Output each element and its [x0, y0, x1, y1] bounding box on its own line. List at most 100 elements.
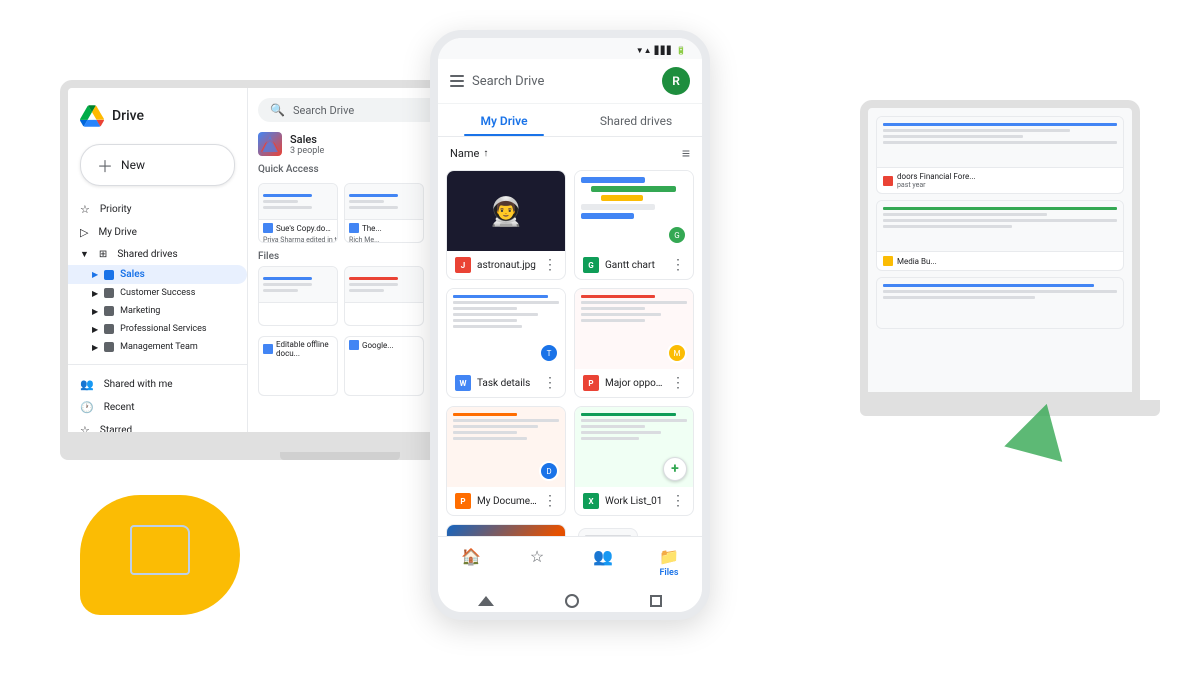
file-info-astronaut: J astronaut.jpg ⋮	[447, 251, 565, 279]
quick-access-file-1[interactable]: Sue's Copy.docx Priya Sharma edited in t…	[258, 183, 338, 243]
sidebar-item-sharedwithme[interactable]: 👥 Shared with me	[68, 373, 247, 396]
recents-button[interactable]	[650, 595, 662, 607]
file-card-3[interactable]	[258, 266, 338, 326]
list-view-icon[interactable]: ≡	[682, 145, 690, 162]
file-thumb-worklist: +	[575, 407, 693, 487]
laptop2-file-3[interactable]	[876, 277, 1124, 329]
worklist-add-badge[interactable]: +	[663, 457, 687, 481]
more-menu-major[interactable]: ⋮	[671, 375, 685, 391]
more-menu-task[interactable]: ⋮	[543, 375, 557, 391]
sidebar-title: Drive	[112, 108, 144, 124]
sidebar-item-shareddrives[interactable]: ▼ ⊞ Shared drives	[68, 244, 247, 265]
tab-shared-drives[interactable]: Shared drives	[570, 104, 702, 136]
laptop2-file-1[interactable]: doors Financial Fore... past year	[876, 116, 1124, 194]
quick-access-file-2[interactable]: The... Rich Me...	[344, 183, 424, 243]
file-card-5[interactable]: Editable offline docu...	[258, 336, 338, 396]
sidebar-label-starred: Starred	[100, 425, 132, 436]
laptop2-screen: doors Financial Fore... past year	[860, 100, 1140, 400]
sidebar-item-recent[interactable]: 🕐 Recent	[68, 396, 247, 419]
ps-expand-icon: ▶	[92, 325, 98, 334]
laptop2-filename-1: doors Financial Fore...	[897, 172, 976, 181]
sidebar-label-sales: Sales	[120, 269, 145, 280]
phone-file-grid: 👨‍🚀 J astronaut.jpg ⋮	[438, 166, 702, 536]
bg-folder-decoration	[130, 525, 190, 575]
plus-icon: ＋	[97, 153, 113, 177]
new-button[interactable]: ＋ New	[80, 144, 235, 186]
sidebar-item-mydrive[interactable]: ▷ My Drive	[68, 221, 247, 244]
laptop2-file-list: doors Financial Fore... past year	[876, 116, 1124, 329]
sidebar-item-mgmtteam[interactable]: ▶ Management Team	[68, 338, 247, 356]
sidebar-item-priority[interactable]: ☆ Priority	[68, 198, 247, 221]
file-card-task[interactable]: T W Task details ⋮	[446, 288, 566, 398]
file-card-worklist[interactable]: + X Work List_01 ⋮	[574, 406, 694, 516]
shareddrives-expand-icon: ▼	[80, 249, 89, 260]
more-menu-astronaut[interactable]: ⋮	[543, 257, 557, 273]
file-thumb-task: T	[447, 289, 565, 369]
more-menu-mydoc[interactable]: ⋮	[543, 493, 557, 509]
sort-name-text: Name	[450, 147, 479, 160]
back-button[interactable]	[478, 596, 494, 606]
bottom-nav: 🏠 ☆ 👥 📁 Files	[438, 536, 702, 588]
sort-label[interactable]: Name ↑	[450, 147, 488, 160]
laptop-search-text: Search Drive	[293, 104, 354, 117]
sidebar-item-starred[interactable]: ☆ Starred	[68, 419, 247, 440]
sidebar-item-sales[interactable]: ▶ Sales	[68, 265, 247, 284]
sidebar-item-marketing[interactable]: ▶ Marketing	[68, 302, 247, 320]
user-avatar[interactable]: R	[662, 67, 690, 95]
tab-my-drive[interactable]: My Drive	[438, 104, 570, 136]
file6-name: Google...	[362, 341, 394, 350]
hamburger-line-2	[450, 80, 464, 82]
laptop2-file-2[interactable]: Media Bu...	[876, 200, 1124, 271]
add-new-area: +	[578, 528, 690, 536]
mt-expand-icon: ▶	[92, 343, 98, 352]
pdf-icon: P	[583, 375, 599, 391]
mt-folder-icon	[104, 342, 114, 352]
file-name-worklist: Work List_01	[605, 496, 665, 507]
nav-shared[interactable]: 👥	[570, 543, 636, 582]
sidebar-item-customer-success[interactable]: ▶ Customer Success	[68, 284, 247, 302]
hamburger-line-1	[450, 75, 464, 77]
file-name-1: Sue's Copy.docx	[276, 224, 333, 233]
file-info-2: The...	[345, 220, 423, 236]
file-name-major: Major opportu...	[605, 378, 665, 389]
laptop2-thumb-1	[877, 117, 1123, 167]
file5-name: Editable offline docu...	[276, 340, 333, 358]
file-card-gantt[interactable]: G G Gantt chart ⋮	[574, 170, 694, 280]
mydoc-avatar-badge: D	[539, 461, 559, 481]
sales-expand-icon: ▶	[92, 270, 98, 279]
sidebar-item-proservices[interactable]: ▶ Professional Services	[68, 320, 247, 338]
ps-folder-icon	[104, 324, 114, 334]
file-card-major[interactable]: M P Major opportu... ⋮	[574, 288, 694, 398]
mkt-expand-icon: ▶	[92, 307, 98, 316]
file-info-gantt: G Gantt chart ⋮	[575, 251, 693, 279]
file-card-tokyo[interactable]: Next Tokyo...	[446, 524, 566, 536]
more-menu-gantt[interactable]: ⋮	[671, 257, 685, 273]
hamburger-menu-button[interactable]	[450, 75, 464, 87]
sort-bar: Name ↑ ≡	[438, 137, 702, 166]
nav-files[interactable]: 📁 Files	[636, 543, 702, 582]
priority-icon: ☆	[80, 203, 90, 216]
starred-icon: ☆	[80, 424, 90, 437]
sidebar-header: Drive	[68, 100, 247, 140]
nav-home[interactable]: 🏠	[438, 543, 504, 582]
phone-search-input[interactable]: Search Drive	[472, 74, 654, 89]
file6-icon	[349, 340, 359, 350]
docs-icon-small-1	[263, 223, 273, 233]
hamburger-line-3	[450, 85, 464, 87]
task-avatar-badge: T	[539, 343, 559, 363]
file-card-4[interactable]	[344, 266, 424, 326]
mkt-folder-icon	[104, 306, 114, 316]
sidebar-label-mt: Management Team	[120, 342, 198, 352]
more-menu-worklist[interactable]: ⋮	[671, 493, 685, 509]
wifi-icon: ▼▲	[636, 46, 652, 55]
file-sub-2: Rich Me...	[345, 236, 423, 243]
file-card-mydoc[interactable]: D P My Document ⋮	[446, 406, 566, 516]
laptop2-filesub-1: past year	[897, 181, 976, 189]
sales-avatar	[258, 132, 282, 156]
file-card-astronaut[interactable]: 👨‍🚀 J astronaut.jpg ⋮	[446, 170, 566, 280]
file-card-6[interactable]: Google...	[344, 336, 424, 396]
nav-starred[interactable]: ☆	[504, 543, 570, 582]
android-nav-bar	[438, 588, 702, 612]
home-button[interactable]	[565, 594, 579, 608]
search-icon: 🔍	[270, 103, 285, 117]
